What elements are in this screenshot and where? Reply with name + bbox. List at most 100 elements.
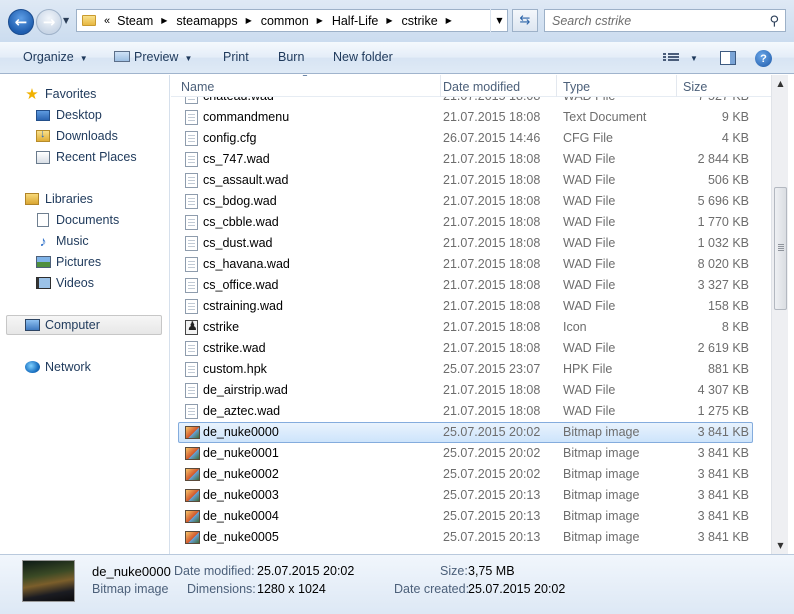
file-row[interactable]: cs_havana.wad 21.07.2015 18:08 WAD File 8 0… xyxy=(171,254,771,275)
vertical-scrollbar[interactable]: ▲ ▼ xyxy=(771,75,788,554)
view-options-dropdown-icon[interactable]: ▼ xyxy=(690,54,698,63)
file-row[interactable]: cstraining.wad 21.07.2015 18:08 WAD File 15… xyxy=(171,296,771,317)
new-folder-button[interactable]: New folder xyxy=(333,50,393,64)
bitmap-image-icon xyxy=(185,426,200,439)
preview-button[interactable]: Preview ▼ xyxy=(114,50,192,64)
breadcrumb-item-steam[interactable]: Steam xyxy=(117,14,153,28)
file-row[interactable]: config.cfg 26.07.2015 14:46 CFG File 4 KB xyxy=(171,128,771,149)
column-header-date-modified[interactable]: Date modified xyxy=(437,75,557,97)
nav-item-recent-places[interactable]: Recent Places xyxy=(35,147,137,167)
file-row[interactable]: cs_bdog.wad 21.07.2015 18:08 WAD File 5 696… xyxy=(171,191,771,212)
help-icon[interactable]: ? xyxy=(755,50,772,67)
file-type: WAD File xyxy=(563,404,616,418)
file-row[interactable]: de_nuke0004 25.07.2015 20:13 Bitmap image 3… xyxy=(171,506,771,527)
chevron-right-icon[interactable]: ▶ xyxy=(446,16,452,25)
downloads-icon xyxy=(36,128,50,142)
nav-item-computer[interactable]: Computer xyxy=(24,315,100,335)
file-date-modified: 21.07.2015 18:08 xyxy=(443,383,541,397)
chevron-right-icon[interactable]: ▶ xyxy=(246,16,252,25)
change-view-icon[interactable] xyxy=(663,52,679,63)
file-row[interactable]: de_airstrip.wad 21.07.2015 18:08 WAD File 4… xyxy=(171,380,771,401)
nav-item-favorites[interactable]: ★ Favorites xyxy=(24,84,96,104)
file-type: Icon xyxy=(563,320,587,334)
print-button[interactable]: Print xyxy=(223,50,249,64)
file-row[interactable]: cs_dust.wad 21.07.2015 18:08 WAD File 1 032… xyxy=(171,233,771,254)
file-row[interactable]: cs_assault.wad 21.07.2015 18:08 WAD File 50… xyxy=(171,170,771,191)
preview-icon xyxy=(114,51,130,62)
file-row[interactable]: de_aztec.wad 21.07.2015 18:08 WAD File 1 27… xyxy=(171,401,771,422)
document-icon xyxy=(185,383,198,398)
file-date-modified: 21.07.2015 18:08 xyxy=(443,236,541,250)
nav-item-desktop[interactable]: Desktop xyxy=(35,105,102,125)
file-row[interactable]: de_nuke0000 25.07.2015 20:02 Bitmap image 3… xyxy=(171,422,771,443)
search-icon[interactable]: ⚲ xyxy=(769,14,779,29)
file-row[interactable]: cs_cbble.wad 21.07.2015 18:08 WAD File 1 77… xyxy=(171,212,771,233)
nav-item-downloads[interactable]: Downloads xyxy=(35,126,118,146)
chevron-right-icon[interactable]: ▶ xyxy=(161,16,167,25)
organize-label: Organize xyxy=(23,50,74,64)
chevron-right-icon[interactable]: ▶ xyxy=(317,16,323,25)
nav-item-pictures[interactable]: Pictures xyxy=(35,252,101,272)
document-icon xyxy=(185,257,198,272)
file-row[interactable]: de_nuke0005 25.07.2015 20:13 Bitmap image 3… xyxy=(171,527,771,548)
column-header-type[interactable]: Type xyxy=(557,75,677,97)
back-arrow-icon: ← xyxy=(14,13,28,31)
libraries-icon xyxy=(25,193,39,205)
column-label: Date modified xyxy=(443,80,521,94)
recent-pages-dropdown-icon[interactable]: ▼ xyxy=(63,16,69,25)
file-type: HPK File xyxy=(563,362,613,376)
file-row[interactable]: cs_office.wad 21.07.2015 18:08 WAD File 3 3… xyxy=(171,275,771,296)
file-name: cstrike.wad xyxy=(203,341,266,355)
file-row[interactable]: cstrike.wad 21.07.2015 18:08 WAD File 2 619… xyxy=(171,338,771,359)
counter-strike-icon xyxy=(185,319,198,335)
scroll-down-icon[interactable]: ▼ xyxy=(772,537,789,554)
refresh-button[interactable]: ⇆ xyxy=(512,9,538,32)
chevron-right-icon[interactable]: ▶ xyxy=(386,16,392,25)
nav-item-network[interactable]: Network xyxy=(24,357,91,377)
nav-item-videos[interactable]: Videos xyxy=(35,273,94,293)
nav-item-libraries[interactable]: Libraries xyxy=(24,189,93,209)
file-row[interactable]: commandmenu 21.07.2015 18:08 Text Document… xyxy=(171,107,771,128)
file-name: de_aztec.wad xyxy=(203,404,281,418)
breadcrumb[interactable]: « Steam ▶ steamapps ▶ common ▶ Half-Life… xyxy=(76,9,508,32)
burn-button[interactable]: Burn xyxy=(278,50,304,64)
file-size: 881 KB xyxy=(707,362,749,376)
file-size: 3 841 KB xyxy=(697,488,749,502)
document-icon xyxy=(185,173,198,188)
column-header-name[interactable]: Name xyxy=(175,75,441,97)
file-size: 2 844 KB xyxy=(697,152,749,166)
file-name: de_airstrip.wad xyxy=(203,383,288,397)
breadcrumb-item-half-life[interactable]: Half-Life xyxy=(332,14,379,28)
breadcrumb-item-common[interactable]: common xyxy=(261,14,309,28)
forward-button[interactable]: → xyxy=(36,9,62,35)
file-row[interactable]: de_nuke0002 25.07.2015 20:02 Bitmap image 3… xyxy=(171,464,771,485)
file-type: Bitmap image xyxy=(563,425,640,439)
column-header-size[interactable]: Size xyxy=(677,75,771,97)
back-button[interactable]: ← xyxy=(8,9,34,35)
file-size: 2 619 KB xyxy=(697,341,749,355)
file-row[interactable]: custom.hpk 25.07.2015 23:07 HPK File 881 KB xyxy=(171,359,771,380)
breadcrumb-item-cstrike[interactable]: cstrike xyxy=(402,14,438,28)
breadcrumb-item-steamapps[interactable]: steamapps xyxy=(176,14,237,28)
search-box[interactable]: ⚲ xyxy=(544,9,786,32)
file-type: WAD File xyxy=(563,278,616,292)
file-type: WAD File xyxy=(563,173,616,187)
bitmap-image-icon xyxy=(185,447,200,460)
nav-item-music[interactable]: ♪ Music xyxy=(35,231,89,251)
preview-pane-icon[interactable] xyxy=(720,51,736,65)
breadcrumb-overflow[interactable]: « xyxy=(104,15,110,27)
file-row[interactable]: cstrike 21.07.2015 18:08 Icon 8 KB xyxy=(171,317,771,338)
file-row[interactable]: de_nuke0003 25.07.2015 20:13 Bitmap image 3… xyxy=(171,485,771,506)
organize-button[interactable]: Organize ▼ xyxy=(23,50,88,64)
scroll-up-icon[interactable]: ▲ xyxy=(772,75,789,92)
search-input[interactable] xyxy=(552,13,764,28)
details-file-type: Bitmap image xyxy=(92,582,169,596)
file-date-modified: 21.07.2015 18:08 xyxy=(443,320,541,334)
file-row[interactable]: de_nuke0001 25.07.2015 20:02 Bitmap image 3… xyxy=(171,443,771,464)
command-bar: Organize ▼ Preview ▼ Print Burn New folder… xyxy=(0,42,794,74)
scrollbar-thumb[interactable] xyxy=(774,187,787,310)
address-history-dropdown-icon[interactable]: ▼ xyxy=(490,9,508,32)
file-row[interactable]: cs_747.wad 21.07.2015 18:08 WAD File 2 844 … xyxy=(171,149,771,170)
nav-item-documents[interactable]: Documents xyxy=(35,210,119,230)
file-type: WAD File xyxy=(563,152,616,166)
